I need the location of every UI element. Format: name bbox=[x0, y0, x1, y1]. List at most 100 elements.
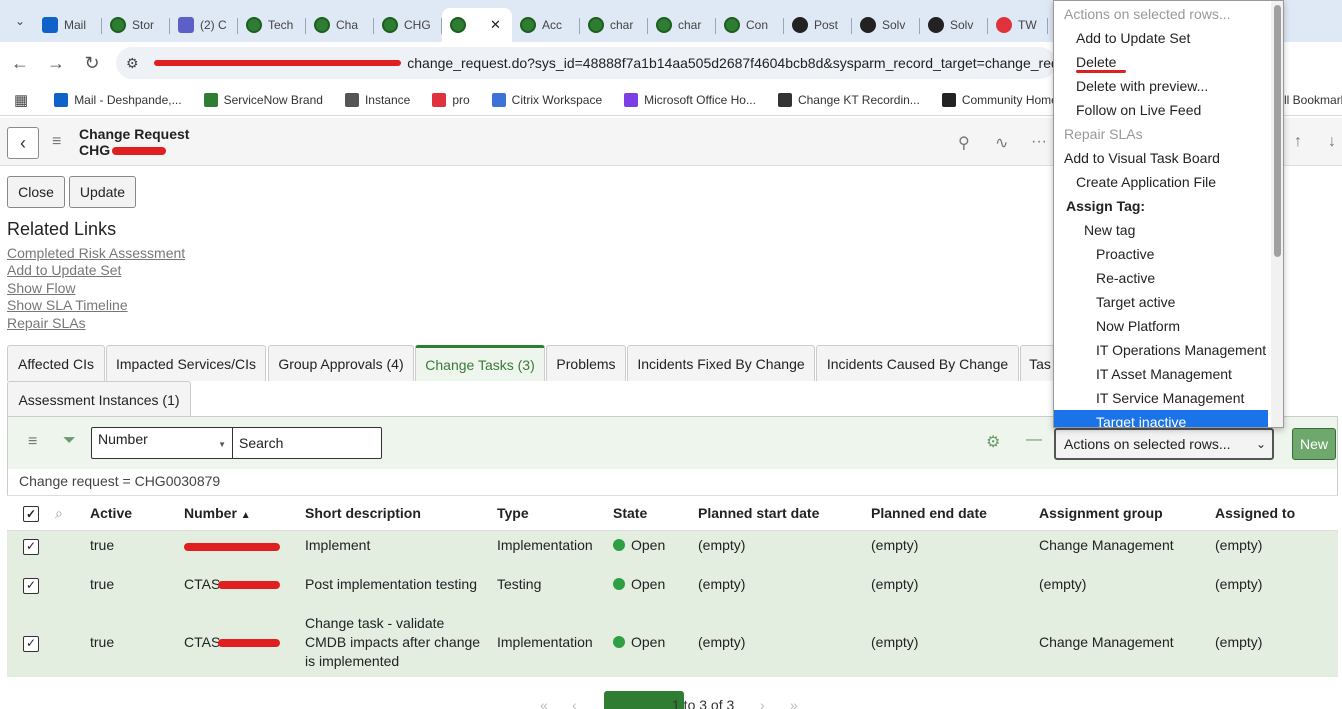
menu-item[interactable]: IT Service Management bbox=[1054, 386, 1268, 410]
table-row[interactable]: ✓ true CTAS Change task - validate CMDB imp… bbox=[7, 608, 1338, 677]
related-list-tab[interactable]: Incidents Fixed By Change bbox=[627, 345, 815, 381]
browser-tab[interactable]: CHG bbox=[374, 8, 442, 42]
select-all-checkbox[interactable]: ✓ bbox=[23, 505, 39, 522]
menu-item[interactable]: IT Asset Management bbox=[1054, 362, 1268, 386]
cell-assignment-group[interactable]: Change Management bbox=[1039, 608, 1215, 677]
first-page-icon[interactable]: « bbox=[540, 697, 548, 709]
browser-tab[interactable]: Solv bbox=[920, 8, 988, 42]
select-all-header[interactable]: ✓ bbox=[7, 495, 55, 531]
related-list-tab[interactable]: Problems bbox=[546, 345, 626, 381]
next-record-icon[interactable]: ↓ bbox=[1328, 133, 1336, 151]
previous-page-icon[interactable]: ‹ bbox=[572, 697, 577, 709]
browser-tab[interactable]: Mail bbox=[34, 8, 102, 42]
bookmark-item[interactable]: Microsoft Office Ho... bbox=[624, 92, 756, 107]
list-filter-breadcrumb[interactable]: Change request = CHG0030879 bbox=[7, 469, 1338, 495]
browser-tab[interactable]: Tech bbox=[238, 8, 306, 42]
menu-item[interactable]: Follow on Live Feed bbox=[1054, 98, 1268, 122]
bookmark-item[interactable]: Change KT Recordin... bbox=[777, 92, 920, 107]
url-omnibox[interactable]: ⚙ change_request.do?sys_id=48888f7a1b14a… bbox=[116, 47, 1056, 79]
related-list-tab[interactable]: Group Approvals (4) bbox=[268, 345, 414, 381]
related-link[interactable]: Repair SLAs bbox=[7, 315, 86, 331]
menu-item[interactable]: Delete with preview... bbox=[1054, 74, 1268, 98]
menu-item[interactable]: Create Application File bbox=[1054, 170, 1268, 194]
form-context-menu-icon[interactable]: ≡ bbox=[52, 133, 61, 151]
forward-arrow-icon[interactable]: → bbox=[38, 45, 74, 81]
menu-item[interactable]: IT Operations Management bbox=[1054, 338, 1268, 362]
column-search-icon[interactable]: ⌕ bbox=[55, 505, 63, 521]
browser-tab[interactable]: Cha bbox=[306, 8, 374, 42]
new-button[interactable]: New bbox=[1292, 428, 1336, 460]
filter-icon[interactable]: ⏷ bbox=[63, 432, 76, 450]
column-header-assignment-group[interactable]: Assignment group bbox=[1039, 495, 1215, 531]
related-list-tab[interactable]: Incidents Caused By Change bbox=[816, 345, 1019, 381]
browser-tab[interactable]: char bbox=[580, 8, 648, 42]
list-search-input[interactable] bbox=[232, 427, 382, 459]
column-header-state[interactable]: State bbox=[613, 495, 698, 531]
more-options-icon[interactable]: ··· bbox=[1031, 133, 1047, 151]
browser-tab[interactable]: Post bbox=[784, 8, 852, 42]
collapse-list-icon[interactable]: — bbox=[1026, 431, 1042, 449]
site-info-icon[interactable]: ⚙ bbox=[126, 55, 148, 72]
related-link[interactable]: Show SLA Timeline bbox=[7, 297, 128, 313]
tab-search-icon[interactable]: ⌄ bbox=[6, 6, 34, 36]
table-row[interactable]: ✓ true CTAS Post implementation testing Test… bbox=[7, 560, 1338, 609]
cell-number[interactable]: CTAS bbox=[184, 560, 305, 609]
browser-tab[interactable]: Stor bbox=[102, 8, 170, 42]
column-header-assigned-to[interactable]: Assigned to bbox=[1215, 495, 1338, 531]
row-select-cell[interactable]: ✓ bbox=[7, 530, 55, 561]
browser-tab[interactable]: TW bbox=[988, 8, 1048, 42]
menu-item[interactable]: Re-active bbox=[1054, 266, 1268, 290]
next-page-icon[interactable]: › bbox=[760, 697, 765, 709]
browser-tab[interactable]: char bbox=[648, 8, 716, 42]
column-header-type[interactable]: Type bbox=[497, 495, 613, 531]
browser-tab[interactable]: (2) C bbox=[170, 8, 238, 42]
browser-tab[interactable]: ✕ bbox=[442, 8, 512, 42]
menu-item[interactable]: New tag bbox=[1054, 218, 1268, 242]
actions-on-selected-rows-select[interactable]: Actions on selected rows... ⌄ bbox=[1054, 428, 1274, 460]
reload-icon[interactable]: ↻ bbox=[74, 45, 110, 81]
row-checkbox[interactable]: ✓ bbox=[23, 577, 39, 594]
paperclip-icon[interactable]: ⚲ bbox=[958, 133, 970, 153]
menu-item[interactable]: Now Platform bbox=[1054, 314, 1268, 338]
list-menu-icon[interactable]: ≡ bbox=[28, 433, 37, 451]
table-row[interactable]: ✓ true Implement Implementation Open (empty)(… bbox=[7, 530, 1338, 561]
close-tab-icon[interactable]: ✕ bbox=[490, 17, 501, 33]
list-settings-gear-icon[interactable]: ⚙ bbox=[986, 432, 1000, 452]
close-button[interactable]: Close bbox=[7, 176, 65, 208]
related-list-tab[interactable]: Affected CIs bbox=[7, 345, 105, 381]
menu-item[interactable]: Target inactive bbox=[1054, 410, 1268, 427]
all-bookmarks-link[interactable]: ll Bookmarks bbox=[1284, 93, 1342, 107]
row-select-cell[interactable]: ✓ bbox=[7, 560, 55, 609]
previous-record-icon[interactable]: ↑ bbox=[1294, 133, 1302, 151]
related-link[interactable]: Show Flow bbox=[7, 280, 75, 296]
menu-scrollbar[interactable] bbox=[1271, 1, 1283, 427]
apps-grid-icon[interactable]: ▦ bbox=[14, 91, 28, 109]
menu-scrollbar-thumb[interactable] bbox=[1274, 5, 1281, 257]
related-list-tab[interactable]: Change Tasks (3) bbox=[415, 345, 545, 381]
bookmark-item[interactable]: Community Home... bbox=[941, 92, 1068, 107]
bookmark-item[interactable]: Citrix Workspace bbox=[491, 92, 602, 107]
row-checkbox[interactable]: ✓ bbox=[23, 538, 39, 555]
related-link[interactable]: Completed Risk Assessment bbox=[7, 245, 185, 261]
cell-number[interactable] bbox=[184, 530, 305, 561]
menu-item[interactable]: Add to Visual Task Board bbox=[1054, 146, 1268, 170]
form-back-button[interactable]: ‹ bbox=[7, 127, 39, 159]
menu-item[interactable]: Add to Update Set bbox=[1054, 26, 1268, 50]
last-page-icon[interactable]: » bbox=[790, 697, 798, 709]
menu-item[interactable]: Proactive bbox=[1054, 242, 1268, 266]
row-select-cell[interactable]: ✓ bbox=[7, 608, 55, 677]
bookmark-item[interactable]: ServiceNow Brand bbox=[203, 92, 323, 107]
bookmark-item[interactable]: Instance bbox=[344, 92, 410, 107]
column-header-planned-end[interactable]: Planned end date bbox=[871, 495, 1039, 531]
row-checkbox[interactable]: ✓ bbox=[23, 635, 39, 652]
column-search-header[interactable]: ⌕ bbox=[55, 495, 90, 531]
back-arrow-icon[interactable]: ← bbox=[2, 45, 38, 81]
related-list-tab[interactable]: Impacted Services/CIs bbox=[106, 345, 266, 381]
browser-tab[interactable]: Solv bbox=[852, 8, 920, 42]
column-header-short-description[interactable]: Short description bbox=[305, 495, 497, 531]
column-header-number[interactable]: Number ▲ bbox=[184, 495, 305, 531]
update-button[interactable]: Update bbox=[69, 176, 136, 208]
cell-assignment-group[interactable]: Change Management bbox=[1039, 530, 1215, 561]
cell-number[interactable]: CTAS bbox=[184, 608, 305, 677]
bookmark-item[interactable]: pro bbox=[432, 92, 470, 107]
